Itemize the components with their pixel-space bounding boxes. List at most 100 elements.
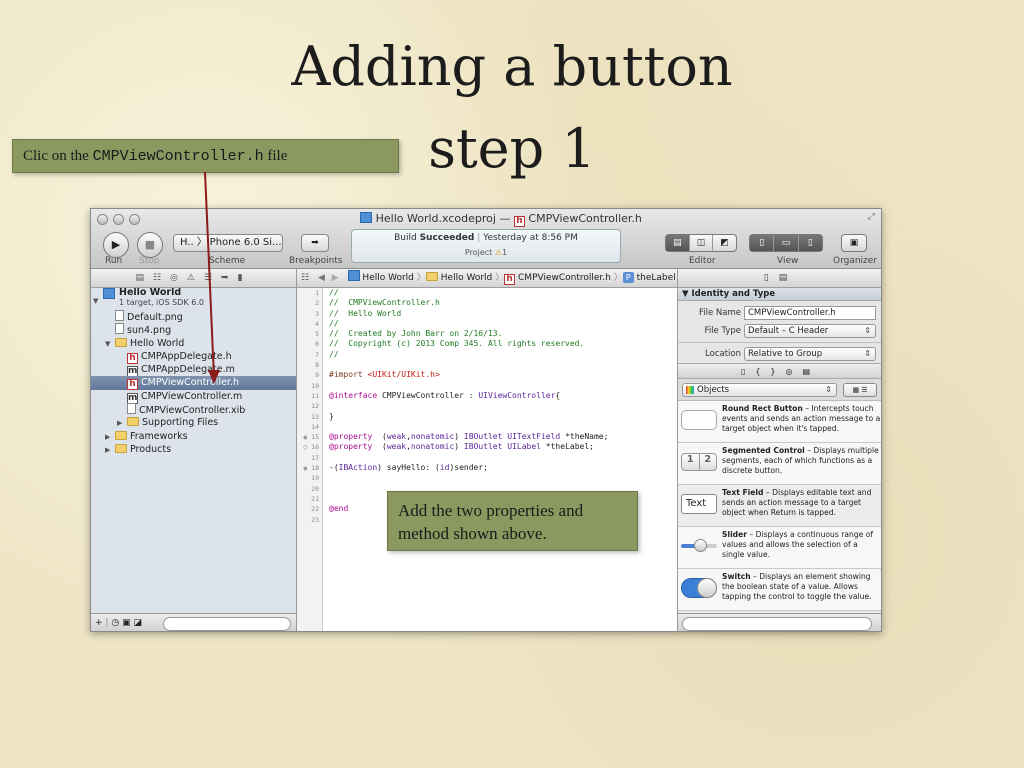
code-line[interactable]: // (329, 288, 675, 298)
editor-jump-bar[interactable]: ☷ ◀ ▶ Hello World 〉 Hello World 〉 h CMPVie… (297, 269, 677, 288)
inspector-selector-bar[interactable]: ▯▤ (677, 269, 881, 288)
code-line[interactable]: @property (weak,nonatomic) IBOutlet UILa… (329, 442, 675, 452)
version-editor-icon[interactable]: ◩ (713, 235, 736, 251)
related-items-icon[interactable]: ☷ (301, 273, 309, 283)
folder-icon (115, 337, 127, 347)
back-arrow-icon[interactable]: ◀ (318, 273, 325, 283)
utilities-toggle-icon[interactable]: ▯ (798, 235, 822, 251)
standard-editor-icon[interactable]: ▤ (666, 235, 690, 251)
code-line[interactable] (329, 360, 675, 370)
nav-item[interactable]: ▼ Hello World (91, 337, 296, 350)
code-line[interactable]: // CMPViewController.h (329, 298, 675, 308)
fullscreen-icon[interactable]: ⤢ (868, 212, 875, 222)
forward-arrow-icon[interactable]: ▶ (332, 273, 339, 283)
line-number: ◉ 18 (303, 464, 319, 473)
disclosure-open-icon[interactable]: ▼ (105, 338, 115, 351)
line-number: 12 (311, 402, 319, 411)
file-icon (115, 310, 124, 321)
code-line[interactable]: } (329, 412, 675, 422)
code-line[interactable]: // Created by John Barr on 2/16/13. (329, 329, 675, 339)
code-line[interactable] (329, 422, 675, 432)
library-filter-footer (678, 613, 881, 631)
jump-item-symbol[interactable]: theLabel (637, 273, 676, 283)
code-line[interactable]: // Hello World (329, 309, 675, 319)
code-line[interactable]: // (329, 350, 675, 360)
nav-item[interactable]: Default.png (91, 310, 296, 323)
disclosure-closed-icon[interactable]: ▶ (117, 417, 127, 430)
warning-count[interactable]: 1 (502, 248, 507, 257)
assistant-editor-icon[interactable]: ◫ (690, 235, 714, 251)
run-button[interactable]: ▶ (103, 232, 129, 258)
code-line[interactable]: @interface CMPViewController : UIViewCon… (329, 391, 675, 401)
recent-files-icon[interactable]: ◷ (111, 618, 119, 628)
line-number: ◉ 15 (303, 433, 319, 442)
breakpoints-button[interactable]: ➡ (301, 234, 329, 252)
code-area[interactable]: //// CMPViewController.h// Hello World//… (329, 288, 675, 525)
minimize-window-button[interactable] (113, 214, 124, 225)
add-icon[interactable]: + (95, 618, 103, 628)
disclosure-open-icon[interactable]: ▼ (93, 295, 103, 308)
jump-item-project[interactable]: Hello World (362, 273, 413, 283)
jump-item-file[interactable]: CMPViewController.h (518, 273, 611, 283)
code-line[interactable]: #import <UIKit/UIKit.h> (329, 370, 675, 380)
line-number: 8 (315, 361, 319, 370)
nav-project-root[interactable]: ▼ Hello World 1 target, iOS SDK 6.0 (91, 288, 296, 310)
organizer-icon[interactable]: ▣ (842, 235, 866, 251)
unsaved-files-icon[interactable]: ◪ (133, 618, 142, 628)
source-editor[interactable]: 1 2 3 4 5 6 7 8 9 10 11 12 13 14 ◉ 15 ○ 16 17 ◉ 18 19 20 21 2… (297, 288, 677, 631)
code-line[interactable] (329, 401, 675, 411)
code-line[interactable]: @property (weak,nonatomic) IBOutlet UITe… (329, 432, 675, 442)
code-line[interactable]: // (329, 319, 675, 329)
nav-item[interactable]: h CMPViewController.h (91, 376, 296, 391)
jump-item-group[interactable]: Hello World (441, 273, 492, 283)
nav-item[interactable]: ▶ Supporting Files (91, 416, 296, 429)
library-object-item[interactable]: Text Text Field – Displays editable text … (678, 485, 881, 527)
code-line[interactable] (329, 473, 675, 483)
nav-item[interactable]: ▶ Frameworks (91, 430, 296, 443)
library-object-thumb: Text (681, 492, 717, 516)
nav-item-label: CMPAppDelegate.m (141, 364, 235, 376)
view-segmented-control[interactable]: ▯ ▭ ▯ (749, 234, 823, 252)
nav-item[interactable]: m CMPViewController.m (91, 390, 296, 404)
library-object-item[interactable]: Round Rect Button – Intercepts touch eve… (678, 401, 881, 443)
library-object-item[interactable]: Switch – Displays an element showing the… (678, 569, 881, 611)
code-line[interactable]: -(IBAction) sayHello: (id)sender; (329, 463, 675, 473)
nav-item[interactable]: h CMPAppDelegate.h (91, 350, 296, 364)
location-popup[interactable]: Relative to Group ⇕ (744, 347, 876, 361)
nav-project-sub: 1 target, iOS SDK 6.0 (119, 298, 204, 307)
stop-button[interactable]: ■ (137, 232, 163, 258)
close-window-button[interactable] (97, 214, 108, 225)
organizer-label: Organizer (833, 256, 878, 266)
code-line[interactable]: // Copyright (c) 2013 Comp 345. All righ… (329, 339, 675, 349)
navigator-filter-input[interactable] (163, 617, 291, 631)
navigator-selector-bar[interactable]: ▤☷◎⚠☰➥▮ (91, 269, 297, 288)
nav-item[interactable]: CMPViewController.xib (91, 403, 296, 416)
editor-segmented-control[interactable]: ▤ ◫ ◩ (665, 234, 737, 252)
identity-section-header[interactable]: ▼ Identity and Type (678, 288, 881, 301)
nav-item[interactable]: m CMPAppDelegate.m (91, 363, 296, 378)
nav-item[interactable]: ▶ Products (91, 443, 296, 456)
library-filter-input[interactable] (682, 617, 872, 631)
disclosure-closed-icon[interactable]: ▶ (105, 444, 115, 457)
library-object-thumb (681, 408, 717, 432)
disclosure-closed-icon[interactable]: ▶ (105, 431, 115, 444)
library-popup[interactable]: Objects ⇕ (682, 383, 837, 397)
scheme-popup[interactable]: H.. 〉iPhone 6.0 Si... (173, 234, 283, 252)
zoom-window-button[interactable] (129, 214, 140, 225)
code-line[interactable] (329, 453, 675, 463)
library-object-item[interactable]: Slider – Displays a continuous range of … (678, 527, 881, 569)
nav-item[interactable]: sun4.png (91, 323, 296, 336)
debug-area-toggle-icon[interactable]: ▭ (774, 235, 799, 251)
view-label: View (777, 256, 799, 266)
library-view-toggle[interactable]: ▦ ☰ (843, 383, 877, 397)
project-icon (347, 270, 360, 281)
library-object-item[interactable]: 1 2 Segmented Control – Displays multiple … (678, 443, 881, 485)
navigator-toggle-icon[interactable]: ▯ (750, 235, 775, 251)
library-selector-bar[interactable]: ▯{}◎▤ (678, 363, 881, 379)
file-type-popup[interactable]: Default – C Header ⇕ (744, 324, 876, 338)
organizer-button[interactable]: ▣ (841, 234, 867, 252)
line-number-gutter[interactable]: 1 2 3 4 5 6 7 8 9 10 11 12 13 14 ◉ 15 ○ 16 17 ◉ 18 19 20 21 2… (297, 288, 323, 631)
code-line[interactable] (329, 381, 675, 391)
file-name-field[interactable]: CMPViewController.h (744, 306, 876, 320)
source-control-icon[interactable]: ▣ (122, 618, 131, 628)
